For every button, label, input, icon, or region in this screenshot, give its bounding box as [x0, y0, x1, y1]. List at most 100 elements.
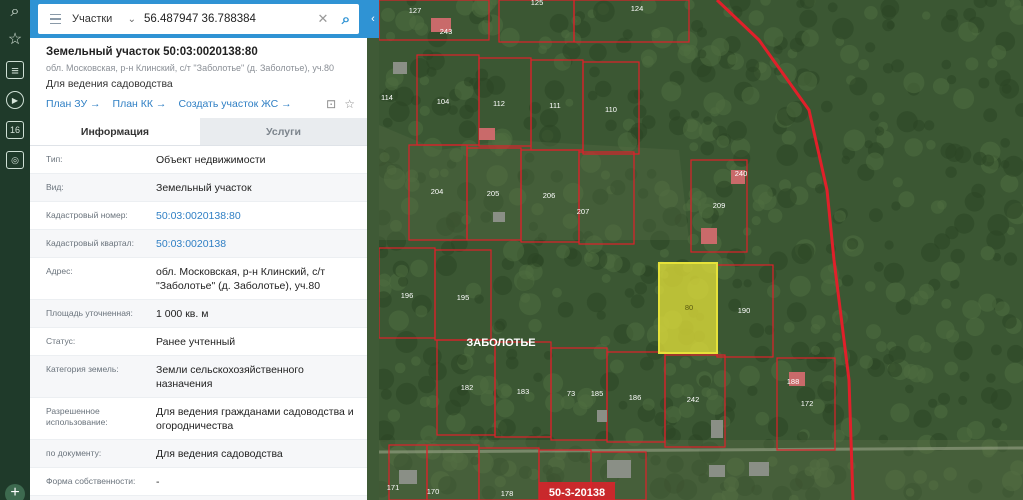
favorite-star-icon[interactable]: ☆	[344, 97, 355, 111]
plan-zu-link[interactable]: План ЗУ →	[46, 98, 101, 110]
camera-icon[interactable]: ◎	[6, 151, 24, 169]
attribute-value: Для ведения гражданами садоводства и ого…	[156, 406, 354, 432]
parcel-label: 125	[531, 0, 544, 7]
parcel-address: обл. Московская, р-н Клинский, с/т "Забо…	[46, 63, 335, 73]
parcel-label: 170	[427, 487, 440, 496]
search-bar: Участки ⌄ 56.487947 36.788384 ✕ ⌕	[30, 0, 367, 38]
search-button-icon[interactable]: ⌕	[333, 11, 359, 28]
attribute-label: Кадастровый номер:	[46, 210, 128, 220]
parcel-label: 80	[685, 303, 693, 312]
attribute-row: Адрес: обл. Московская, р-н Клинский, с/т…	[30, 258, 367, 300]
parcel-label: 243	[440, 27, 453, 36]
create-parcel-link[interactable]: Создать участок ЖС →	[178, 98, 291, 110]
clear-icon[interactable]: ✕	[313, 11, 333, 27]
parcel-label: 73	[567, 389, 575, 398]
chevron-down-icon: ⌄	[127, 13, 136, 25]
parcel-label: 240	[735, 169, 748, 178]
village-label: ЗАБОЛОТЬЕ	[466, 337, 535, 349]
zoom-to-icon[interactable]: ⊡	[326, 97, 336, 111]
attribute-row: Вид: Земельный участок	[30, 174, 367, 202]
attribute-value: Ранее учтенный	[156, 336, 236, 348]
parcel-label: 127	[409, 6, 422, 15]
parcel-label: 195	[457, 293, 470, 302]
parcel-links: План ЗУ → План КК → Создать участок ЖС →…	[46, 97, 355, 111]
collapse-panel-button[interactable]: ‹	[367, 0, 379, 38]
calendar-16-icon[interactable]: 16	[6, 121, 24, 139]
attributes-list: Тип: Объект недвижимости Вид: Земельный уча…	[30, 146, 367, 500]
attribute-label: Разрешенное использование:	[46, 406, 108, 427]
menu-icon[interactable]	[38, 13, 72, 25]
map-view[interactable]: 127 243 125 124 114 104 112 111 110 204 205 206 207 2…	[379, 0, 1023, 500]
attribute-row: Форма собственности: -	[30, 468, 367, 496]
attribute-label: Категория земель:	[46, 364, 119, 374]
layers-icon[interactable]: ≡	[6, 61, 24, 79]
parcel-label: 196	[401, 291, 414, 300]
parcel-label: 183	[517, 387, 530, 396]
parcel-actions: ⊡ ☆	[326, 97, 355, 111]
attribute-value: -	[156, 476, 160, 488]
parcel-label: 172	[801, 399, 814, 408]
parcel-label: 104	[437, 97, 450, 106]
parcel-label: 178	[501, 489, 514, 498]
zoom-in-button[interactable]: +	[5, 484, 25, 500]
layer-select-value: Участки	[72, 13, 113, 25]
search-icon[interactable]: ⌕	[6, 3, 24, 21]
parcel-label: 242	[687, 395, 700, 404]
attribute-row: Кадастровая стоимость:290 990 руб.	[30, 496, 367, 500]
attribute-row: Площадь уточненная: 1 000 кв. м	[30, 300, 367, 328]
attribute-label: Форма собственности:	[46, 476, 136, 486]
star-icon[interactable]: ☆	[6, 30, 24, 48]
play-icon[interactable]: ▶	[6, 91, 24, 109]
attribute-row: Кадастровый номер: 50:03:0020138:80	[30, 202, 367, 230]
attribute-label: Статус:	[46, 336, 76, 346]
layer-select[interactable]: Участки ⌄	[72, 13, 144, 25]
parcel-label: 206	[543, 191, 556, 200]
attribute-value[interactable]: 50:03:0020138:80	[156, 209, 355, 223]
parcel-label: 185	[591, 389, 604, 398]
attribute-value: обл. Московская, р-н Клинский, с/т "Забо…	[156, 266, 326, 292]
parcel-label: 204	[431, 187, 444, 196]
attribute-row: Категория земель: Земли сельскохозяйствен…	[30, 356, 367, 398]
quarter-label: 50-3-20138	[549, 487, 605, 499]
parcel-label: 110	[605, 105, 617, 114]
attribute-row: Кадастровый квартал: 50:03:0020138	[30, 230, 367, 258]
parcel-label: 114	[381, 93, 393, 102]
attribute-value: Земли сельскохозяйственного назначения	[156, 364, 304, 390]
attribute-value: Для ведения садоводства	[156, 448, 283, 460]
parcel-label: 207	[577, 207, 590, 216]
left-rail: ⌕ ☆ ≡ ▶ 16 ◎ +	[0, 0, 30, 500]
parcel-label: 209	[713, 201, 726, 210]
tab-services[interactable]: Услуги	[200, 118, 367, 145]
tab-information[interactable]: Информация	[30, 118, 200, 145]
attribute-label: Вид:	[46, 182, 64, 192]
search-input[interactable]: 56.487947 36.788384	[144, 13, 313, 25]
parcel-label: 182	[461, 383, 474, 392]
attribute-value: Земельный участок	[156, 182, 252, 194]
attribute-value[interactable]: 50:03:0020138	[156, 237, 355, 251]
parcel-label: 190	[738, 306, 751, 315]
search-box: Участки ⌄ 56.487947 36.788384 ✕ ⌕	[38, 4, 359, 34]
info-panel: Участки ⌄ 56.487947 36.788384 ✕ ⌕ Земель…	[30, 0, 367, 500]
attribute-label: Тип:	[46, 154, 63, 164]
plan-kk-link[interactable]: План КК →	[113, 98, 167, 110]
attribute-row: по документу: Для ведения садоводства	[30, 440, 367, 468]
attribute-value: 1 000 кв. м	[156, 308, 209, 320]
parcel-purpose: Для ведения садоводства	[46, 78, 173, 90]
parcel-label: 171	[387, 483, 400, 492]
parcel-label: 188	[787, 377, 800, 386]
parcel-header: Земельный участок 50:03:0020138:80 обл. …	[30, 38, 367, 111]
parcel-label: 112	[493, 99, 505, 108]
attribute-row: Разрешенное использование: Для ведения гр…	[30, 398, 367, 440]
parcel-label: 124	[631, 4, 644, 13]
tab-bar: Информация Услуги	[30, 118, 367, 146]
attribute-label: Площадь уточненная:	[46, 308, 133, 318]
parcel-label: 111	[549, 101, 560, 110]
attribute-row: Тип: Объект недвижимости	[30, 146, 367, 174]
parcel-label: 205	[487, 189, 500, 198]
attribute-label: по документу:	[46, 448, 102, 458]
parcel-label: 186	[629, 393, 642, 402]
cadastral-map[interactable]: 127 243 125 124 114 104 112 111 110 204 205 206 207 2…	[379, 0, 1023, 500]
attribute-label: Адрес:	[46, 266, 73, 276]
attribute-row: Статус: Ранее учтенный	[30, 328, 367, 356]
attribute-value: Объект недвижимости	[156, 154, 266, 166]
